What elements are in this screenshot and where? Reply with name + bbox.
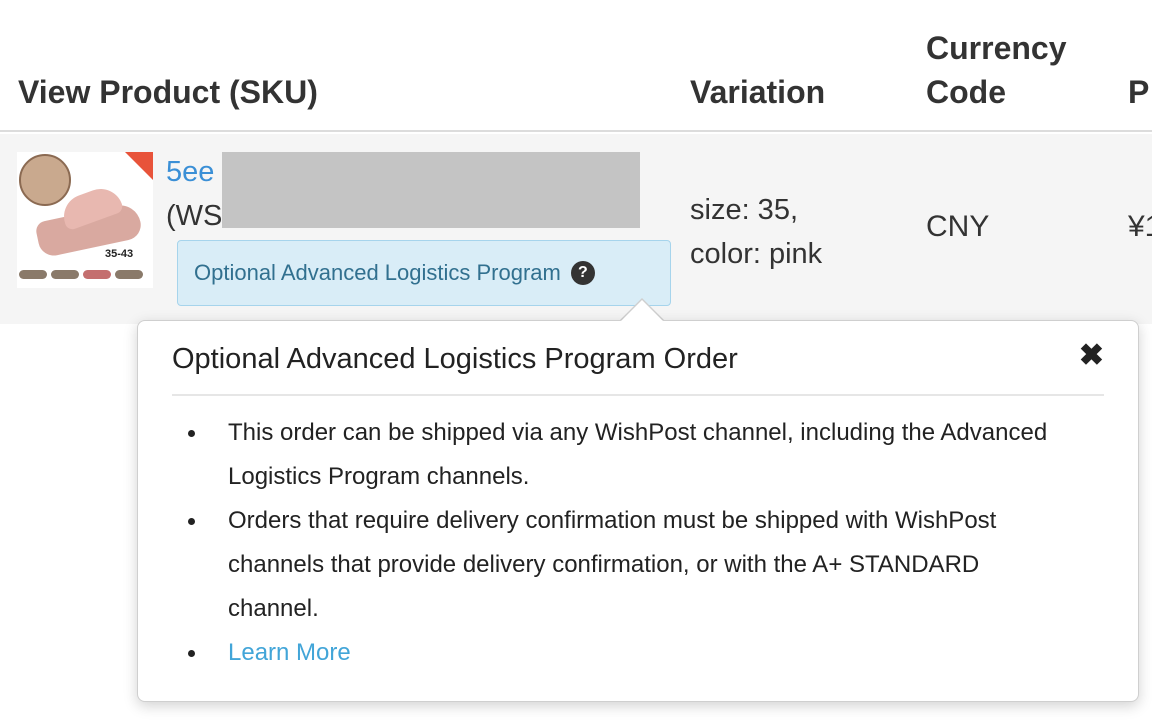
product-sku: (WS [166,200,223,232]
product-thumbnail[interactable]: 35-43 [17,152,153,288]
popover-title: Optional Advanced Logistics Program Orde… [172,343,738,375]
variation-cell: size: 35, color: pink [690,188,822,276]
popover-list: This order can be shipped via any WishPo… [172,411,1072,675]
variant-swatch [83,270,111,279]
variant-swatch [51,270,79,279]
header-currency-code: Currency Code [926,26,1106,114]
advanced-logistics-badge-label: Optional Advanced Logistics Program [194,260,561,285]
header-view-product[interactable]: View Product (SKU) [18,70,318,114]
thumbnail-size-label: 35-43 [105,248,134,260]
advanced-logistics-badge[interactable]: Optional Advanced Logistics Program ? [177,240,671,306]
variation-color: color: pink [690,238,823,270]
variant-swatch [19,270,47,279]
product-id-link[interactable]: 5ee [166,156,214,189]
table-row: 35-43 5ee (WS Optional Advanced Logistic… [0,134,1152,324]
list-item: Orders that require delivery confirmatio… [172,499,1072,631]
learn-more-link[interactable]: Learn More [228,639,351,666]
price-cell: ¥1 [1128,210,1152,243]
list-item: Learn More [172,631,1072,675]
help-icon[interactable]: ? [570,261,595,285]
variation-size: size: 35, [690,194,798,226]
thumbnail-color-variants [17,270,153,284]
redaction-box [222,152,640,228]
table-header: View Product (SKU) Variation Currency Co… [0,0,1152,132]
popover-divider [172,394,1104,396]
header-variation: Variation [690,74,826,110]
currency-cell: CNY [926,210,990,243]
variant-swatch [115,270,143,279]
order-page: View Product (SKU) Variation Currency Co… [0,0,1152,724]
popover-arrow [621,300,663,321]
thumbnail-detail-circle [19,154,71,206]
close-icon[interactable]: ✖ [1079,341,1104,371]
list-item: This order can be shipped via any WishPo… [172,411,1072,499]
thumbnail-corner-ribbon [125,152,153,180]
header-currency-code-label: Currency Code [926,30,1067,110]
logistics-popover: Optional Advanced Logistics Program Orde… [137,320,1139,702]
header-price: P [1128,74,1150,110]
